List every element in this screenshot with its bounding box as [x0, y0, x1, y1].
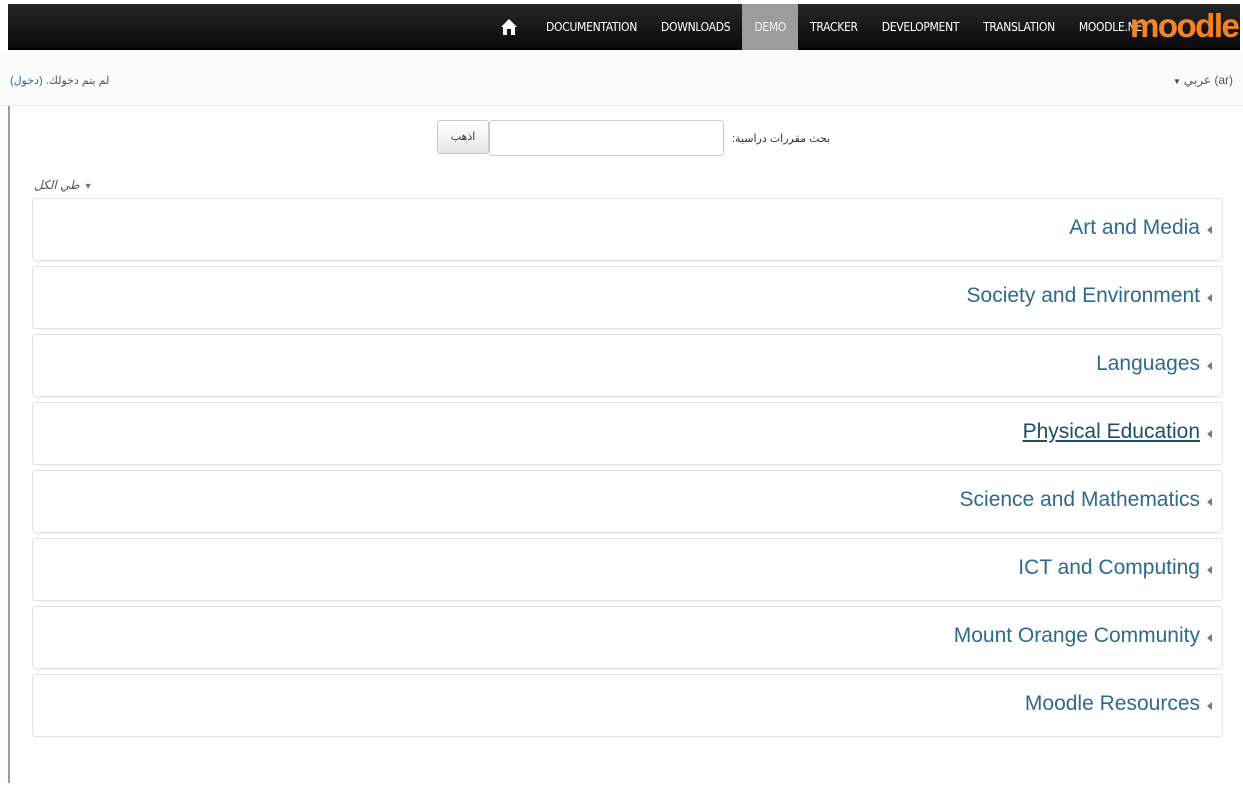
- caret-left-icon: [1207, 634, 1212, 642]
- main-content: اذهب بحث مقررات دراسية: ▼طي الكل Art and…: [8, 106, 1240, 783]
- caret-left-icon: [1207, 702, 1212, 710]
- login-info: لم يتم دخولك. (دخول): [10, 74, 109, 87]
- category-link[interactable]: Languages: [1096, 352, 1200, 376]
- nav-tracker[interactable]: TRACKER: [798, 4, 870, 50]
- category-ict-and-computing[interactable]: ICT and Computing: [32, 538, 1223, 601]
- category-physical-education[interactable]: Physical Education: [32, 402, 1223, 465]
- category-languages[interactable]: Languages: [32, 334, 1223, 397]
- category-link[interactable]: Society and Environment: [967, 284, 1200, 308]
- home-icon[interactable]: [499, 17, 519, 37]
- caret-left-icon: [1207, 566, 1212, 574]
- nav-development[interactable]: DEVELOPMENT: [870, 4, 971, 50]
- caret-down-icon: ▼: [1172, 77, 1181, 86]
- language-menu[interactable]: ▼ عربي ‎(ar)‎: [1173, 73, 1233, 87]
- caret-left-icon: [1207, 226, 1212, 234]
- login-link[interactable]: (دخول): [10, 75, 43, 87]
- category-link[interactable]: Moodle Resources: [1025, 692, 1200, 716]
- caret-left-icon: [1207, 294, 1212, 302]
- search-courses-label: بحث مقررات دراسية:: [732, 133, 831, 145]
- search-go-button[interactable]: اذهب: [437, 120, 489, 154]
- category-science-and-mathematics[interactable]: Science and Mathematics: [32, 470, 1223, 533]
- top-navbar: DOCUMENTATION DOWNLOADS DEMO TRACKER DEV…: [8, 4, 1240, 50]
- nav-demo[interactable]: DEMO: [742, 4, 799, 50]
- category-link[interactable]: Science and Mathematics: [960, 488, 1200, 512]
- category-list: Art and Media Society and Environment La…: [32, 198, 1223, 742]
- collapse-all-link[interactable]: ▼طي الكل: [34, 178, 93, 192]
- nav-documentation[interactable]: DOCUMENTATION: [534, 4, 649, 50]
- category-link[interactable]: Art and Media: [1069, 216, 1200, 240]
- category-link[interactable]: Physical Education: [1023, 420, 1200, 444]
- category-link[interactable]: Mount Orange Community: [954, 624, 1200, 648]
- caret-left-icon: [1207, 498, 1212, 506]
- language-label: عربي ‎(ar)‎: [1183, 73, 1233, 87]
- category-mount-orange-community[interactable]: Mount Orange Community: [32, 606, 1223, 669]
- collapse-all-label: طي الكل: [34, 178, 80, 192]
- category-link[interactable]: ICT and Computing: [1018, 556, 1200, 580]
- category-art-and-media[interactable]: Art and Media: [32, 198, 1223, 261]
- triangle-down-icon: ▼: [83, 181, 93, 191]
- caret-left-icon: [1207, 362, 1212, 370]
- nav-translation[interactable]: TRANSLATION: [971, 4, 1067, 50]
- caret-left-icon: [1207, 430, 1212, 438]
- search-courses-input[interactable]: [489, 120, 724, 156]
- main-nav: DOCUMENTATION DOWNLOADS DEMO TRACKER DEV…: [534, 4, 1160, 50]
- category-moodle-resources[interactable]: Moodle Resources: [32, 674, 1223, 737]
- category-society-and-environment[interactable]: Society and Environment: [32, 266, 1223, 329]
- course-search: اذهب بحث مقررات دراسية:: [10, 120, 1240, 160]
- nav-downloads[interactable]: DOWNLOADS: [649, 4, 742, 50]
- header-bar: لم يتم دخولك. (دخول) ▼ عربي ‎(ar)‎: [0, 52, 1243, 106]
- moodle-logo[interactable]: moodle: [1130, 8, 1240, 44]
- login-status-text: لم يتم دخولك.: [45, 75, 110, 87]
